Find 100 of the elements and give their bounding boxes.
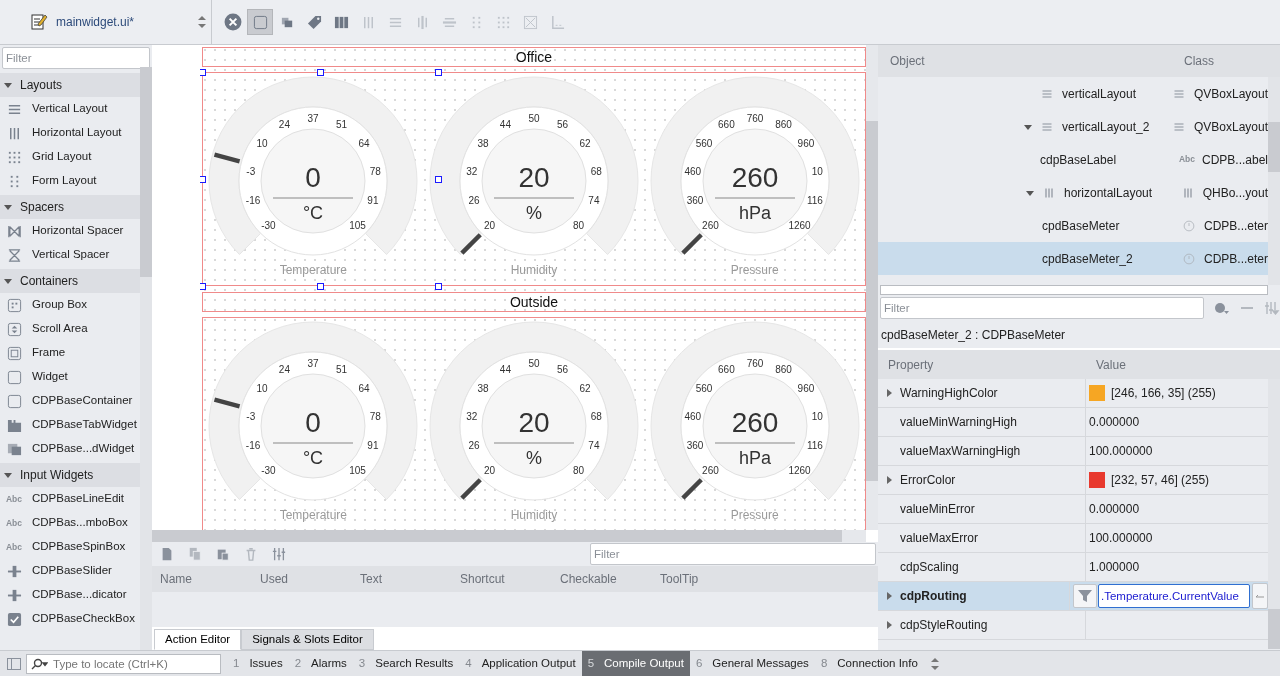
category-header[interactable]: Input Widgets [0,463,140,487]
category-header[interactable]: Containers [0,269,140,293]
tree-row[interactable]: horizontalLayout QHBo...yout [878,176,1268,209]
widget-item[interactable]: Widget [0,365,140,389]
widget-item[interactable]: Scroll Area [0,317,140,341]
column-header[interactable]: Text [360,570,460,588]
widget-item[interactable]: CDPBase...dicator [0,583,140,607]
file-icon[interactable] [160,547,174,561]
scrollbar[interactable] [866,45,878,530]
toolbar-button[interactable] [247,9,273,35]
output-pane-tab[interactable]: 4 Application Output [459,651,582,676]
sidebar-toggle-icon[interactable] [6,656,22,671]
category-header[interactable]: Spacers [0,195,140,219]
tree-row[interactable]: verticalLayout QVBoxLayout [878,77,1268,110]
tree-row[interactable]: cpdBaseMeter_2 CDPB...eter [878,242,1268,275]
output-pane-tab[interactable]: 5 Compile Output [581,651,690,676]
collapse-arrow-icon[interactable] [4,81,12,89]
selection-handle[interactable] [200,176,206,183]
sliders-icon[interactable] [272,547,286,561]
selection-handle[interactable] [435,283,442,290]
tree-row[interactable]: verticalLayout_2 QVBoxLayout [878,110,1268,143]
editor-tab[interactable]: Action Editor [154,629,242,650]
output-pane-tab[interactable]: 3 Search Results [352,651,460,676]
locate-field[interactable]: Type to locate (Ctrl+K) [26,653,221,674]
add-property-icon[interactable] [1214,301,1230,315]
column-header[interactable]: Name [160,570,260,588]
browse-button[interactable] [1252,583,1268,609]
scrollbar[interactable] [1268,379,1280,649]
filter-field[interactable]: Filter [2,47,150,69]
meter-row[interactable]: -30 -16 -3 10 24 37 51 64 78 91 105 0 °C Temperature 20 26 32 38 44 50 56 62 68 74 80 20 % Humidity 260 360 460 560 660 760 860 960 10 116 1260 260 hPa Pressure [202,317,866,530]
widget-item[interactable]: CDPBase...dWidget [0,437,140,461]
scrollbar[interactable] [140,67,152,650]
expand-arrow-icon[interactable] [885,592,893,600]
output-pane-tab[interactable]: 1 Issues [227,651,289,676]
widget-item[interactable]: Grid Layout [0,145,140,169]
selection-handle[interactable] [200,283,206,290]
expand-arrow-icon[interactable] [885,476,893,484]
column-header[interactable]: Shortcut [460,570,560,588]
category-header[interactable]: Layouts [0,73,140,97]
tree-row[interactable]: cdpBaseLabel Abc CDPB...abel [878,143,1268,176]
widget-item[interactable]: Abc CDPBaseSpinBox [0,535,140,559]
tree-row[interactable]: cpdBaseMeter CDPB...eter [878,209,1268,242]
collapse-arrow-icon[interactable] [4,277,12,285]
column-header[interactable]: Value [1086,355,1126,374]
property-row[interactable]: cdpStyleRouting [878,611,1268,640]
collapse-arrow-icon[interactable] [4,203,12,211]
widget-item[interactable]: Vertical Spacer [0,243,140,267]
widget-item[interactable]: Abc CDPBas...mboBox [0,511,140,535]
widget-item[interactable]: Abc CDPBaseLineEdit [0,487,140,511]
column-header[interactable]: Used [260,570,360,588]
selection-handle[interactable] [435,69,442,76]
widget-item[interactable]: CDPBaseSlider [0,559,140,583]
widget-item[interactable]: CDPBaseTabWidget [0,413,140,437]
filter-field[interactable]: Filter [590,543,876,565]
filter-button[interactable] [1073,584,1097,608]
output-pane-tab[interactable]: 2 Alarms [288,651,353,676]
editor-tab[interactable]: Signals & Slots Editor [241,629,374,650]
column-header[interactable]: Property [878,355,1086,374]
widget-item[interactable]: Vertical Layout [0,97,140,121]
widget-item[interactable]: CDPBaseCheckBox [0,607,140,631]
widget-item[interactable]: Group Box [0,293,140,317]
property-row[interactable]: valueMaxWarningHigh 100.000000 [878,437,1268,466]
scrollbar[interactable] [1268,77,1280,285]
property-row[interactable]: cdpRouting .Temperature.CurrentValue [878,582,1268,611]
property-row[interactable]: valueMinError 0.000000 [878,495,1268,524]
copy-icon[interactable] [188,547,202,561]
selection-handle[interactable] [200,69,206,76]
trash-icon[interactable] [244,547,258,561]
routing-input[interactable]: .Temperature.CurrentValue [1098,584,1250,608]
collapse-arrow-icon[interactable] [1024,122,1032,131]
column-header[interactable]: ToolTip [660,570,760,588]
paste-icon[interactable] [216,547,230,561]
property-row[interactable]: valueMaxError 100.000000 [878,524,1268,553]
file-name[interactable]: mainwidget.ui* [56,13,197,31]
sort-icon[interactable] [1264,301,1280,315]
selection-handle[interactable] [317,69,324,76]
column-header[interactable]: Checkable [560,570,660,588]
property-row[interactable]: WarningHighColor [246, 166, 35] (255) [878,379,1268,408]
widget-item[interactable]: Frame [0,341,140,365]
expand-arrow-icon[interactable] [885,389,893,397]
filter-field[interactable]: Filter [880,297,1204,319]
updown-arrows-icon[interactable] [197,14,207,30]
column-header[interactable]: Object [878,52,1172,70]
selection-handle[interactable] [435,176,442,183]
output-pane-tab[interactable]: 6 General Messages [689,651,815,676]
scrollbar[interactable] [152,530,866,542]
widget-item[interactable]: CDPBaseContainer [0,389,140,413]
output-pane-tab[interactable]: 8 Connection Info [814,651,924,676]
scrollbar[interactable] [880,285,1268,295]
updown-arrows-icon[interactable] [929,655,940,672]
collapse-arrow-icon[interactable] [4,471,12,479]
widget-item[interactable]: Horizontal Layout [0,121,140,145]
property-row[interactable]: ErrorColor [232, 57, 46] (255) [878,466,1268,495]
selection-handle[interactable] [317,283,324,290]
widget-item[interactable]: Horizontal Spacer [0,219,140,243]
collapse-arrow-icon[interactable] [1026,188,1034,197]
property-row[interactable]: valueMinWarningHigh 0.000000 [878,408,1268,437]
column-header[interactable]: Class [1172,52,1214,70]
expand-arrow-icon[interactable] [885,621,893,629]
widget-item[interactable]: Form Layout [0,169,140,193]
